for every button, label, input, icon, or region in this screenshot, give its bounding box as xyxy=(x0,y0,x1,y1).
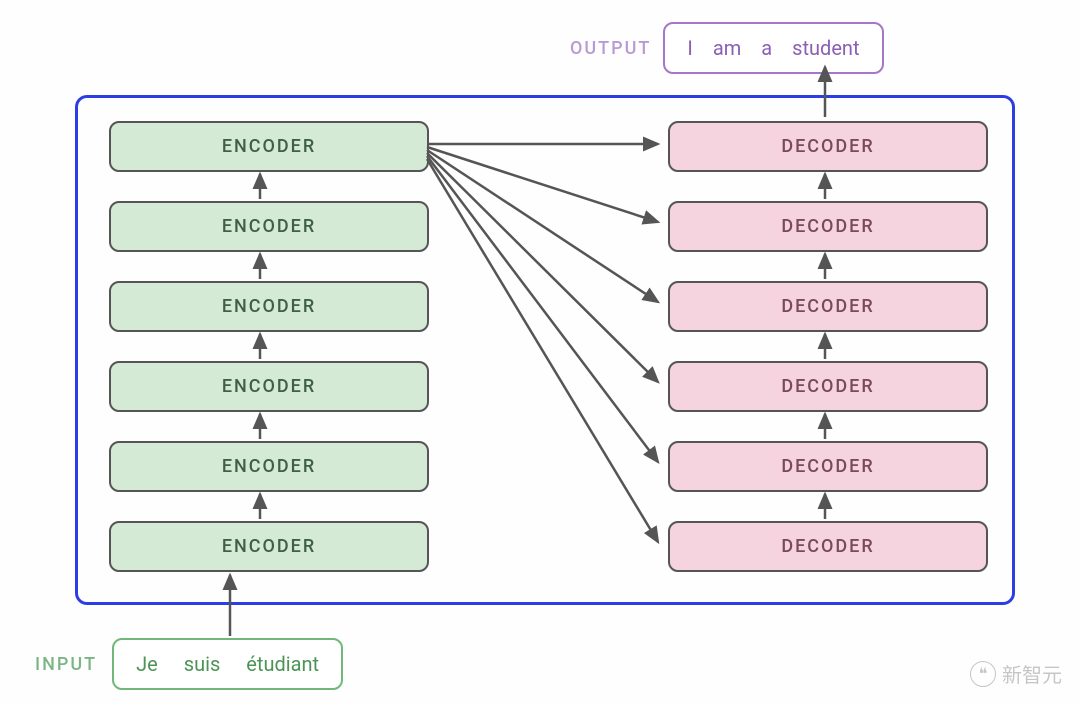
watermark: ❝ 新智元 xyxy=(970,659,1062,688)
input-token: Je xyxy=(136,652,158,676)
output-label: OUTPUT xyxy=(570,38,651,59)
input-token: étudiant xyxy=(246,652,319,676)
output-token: student xyxy=(792,36,859,60)
output-token: a xyxy=(761,36,772,60)
input-box: Je suis étudiant xyxy=(112,638,343,690)
output-box: I am a student xyxy=(663,22,883,74)
encoder-block: ENCODER xyxy=(109,361,429,412)
decoder-block: DECODER xyxy=(668,441,988,492)
decoder-block: DECODER xyxy=(668,201,988,252)
encoder-block: ENCODER xyxy=(109,281,429,332)
output-token: I xyxy=(687,36,692,60)
decoder-block: DECODER xyxy=(668,521,988,572)
output-token: am xyxy=(713,36,741,60)
wechat-icon: ❝ xyxy=(970,661,996,687)
decoder-block: DECODER xyxy=(668,361,988,412)
model-container: ENCODER ENCODER ENCODER ENCODER ENCODER … xyxy=(75,95,1015,605)
encoder-block: ENCODER xyxy=(109,521,429,572)
encoder-block: ENCODER xyxy=(109,201,429,252)
output-row: OUTPUT I am a student xyxy=(570,22,884,74)
watermark-text: 新智元 xyxy=(1002,659,1062,688)
decoder-stack: DECODER DECODER DECODER DECODER DECODER … xyxy=(668,121,988,572)
decoder-block: DECODER xyxy=(668,281,988,332)
decoder-block: DECODER xyxy=(668,121,988,172)
encoder-block: ENCODER xyxy=(109,441,429,492)
encoder-stack: ENCODER ENCODER ENCODER ENCODER ENCODER … xyxy=(109,121,429,572)
input-token: suis xyxy=(184,652,221,676)
input-row: INPUT Je suis étudiant xyxy=(35,638,343,690)
input-label: INPUT xyxy=(35,654,97,675)
encoder-block: ENCODER xyxy=(109,121,429,172)
